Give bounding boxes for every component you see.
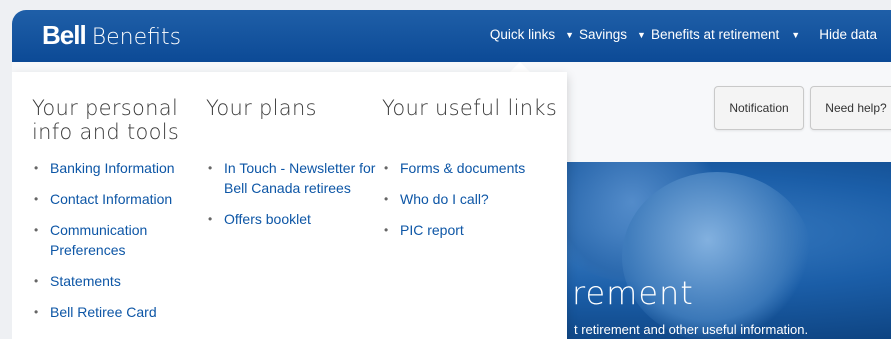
quick-links-dropdown: Your personal info and tools Banking Inf…: [12, 72, 567, 339]
nav-quick-links[interactable]: Quick links: [490, 27, 555, 42]
column-title: Your plans: [206, 96, 317, 120]
link-in-touch-newsletter[interactable]: In Touch - Newsletter for Bell Canada re…: [206, 158, 384, 198]
link-banking-information[interactable]: Banking Information: [32, 158, 202, 178]
caret-down-icon: ▼: [565, 29, 575, 40]
caret-down-icon: ▼: [791, 29, 801, 40]
column-your-plans: Your plans In Touch - Newsletter for Bel…: [206, 96, 384, 240]
link-bell-retiree-card[interactable]: Bell Retiree Card: [32, 302, 202, 322]
column-personal-info: Your personal info and tools Banking Inf…: [32, 96, 202, 333]
logo-bell: Bell: [42, 20, 87, 50]
notification-button[interactable]: Notification: [714, 86, 804, 130]
nav-hide-data-label: Hide data: [819, 27, 877, 42]
need-help-button[interactable]: Need help?: [810, 86, 891, 130]
link-forms-documents[interactable]: Forms & documents: [382, 158, 562, 178]
column-title-line: info and tools: [32, 120, 180, 144]
nav-hide-data[interactable]: Hide data: [819, 27, 877, 42]
nav-benefits-at-retirement[interactable]: ▼ Benefits at retirement ▼: [627, 27, 805, 42]
column-title-line: Your personal: [32, 96, 179, 120]
column-title: Your useful links: [382, 96, 558, 120]
link-list: Forms & documents Who do I call? PIC rep…: [382, 158, 562, 240]
link-communication-preferences[interactable]: Communication Preferences: [32, 220, 170, 260]
link-contact-information[interactable]: Contact Information: [32, 189, 202, 209]
hero-title: rement: [572, 274, 694, 312]
link-pic-report[interactable]: PIC report: [382, 220, 562, 240]
header-bar: Bell Benefits Quick links ▼ Savings ▼ Be…: [12, 10, 891, 62]
bell-benefits-logo[interactable]: Bell Benefits: [42, 20, 181, 50]
link-list: Banking Information Contact Information …: [32, 158, 202, 322]
nav-savings-label: Savings: [579, 27, 628, 42]
logo-benefits: Benefits: [91, 25, 182, 50]
link-who-do-i-call[interactable]: Who do I call?: [382, 189, 562, 209]
nav-benefits-label: Benefits at retirement: [650, 27, 780, 42]
app-frame: Bell Benefits Quick links ▼ Savings ▼ Be…: [12, 10, 891, 339]
nav-savings[interactable]: ▼ Savings: [555, 27, 627, 42]
dropdown-pointer: [510, 62, 530, 72]
hero-photo-shape: [622, 172, 812, 339]
link-list: In Touch - Newsletter for Bell Canada re…: [206, 158, 384, 229]
link-statements[interactable]: Statements: [32, 271, 202, 291]
top-nav: Quick links ▼ Savings ▼ Benefits at reti…: [490, 27, 877, 42]
link-offers-booklet[interactable]: Offers booklet: [206, 209, 384, 229]
caret-down-icon: ▼: [637, 29, 646, 40]
hero-subtitle: t retirement and other useful informatio…: [574, 322, 809, 337]
column-useful-links: Your useful links Forms & documents Who …: [382, 96, 562, 251]
nav-quick-links-label: Quick links: [489, 27, 556, 42]
column-title: Your personal info and tools: [32, 96, 202, 144]
